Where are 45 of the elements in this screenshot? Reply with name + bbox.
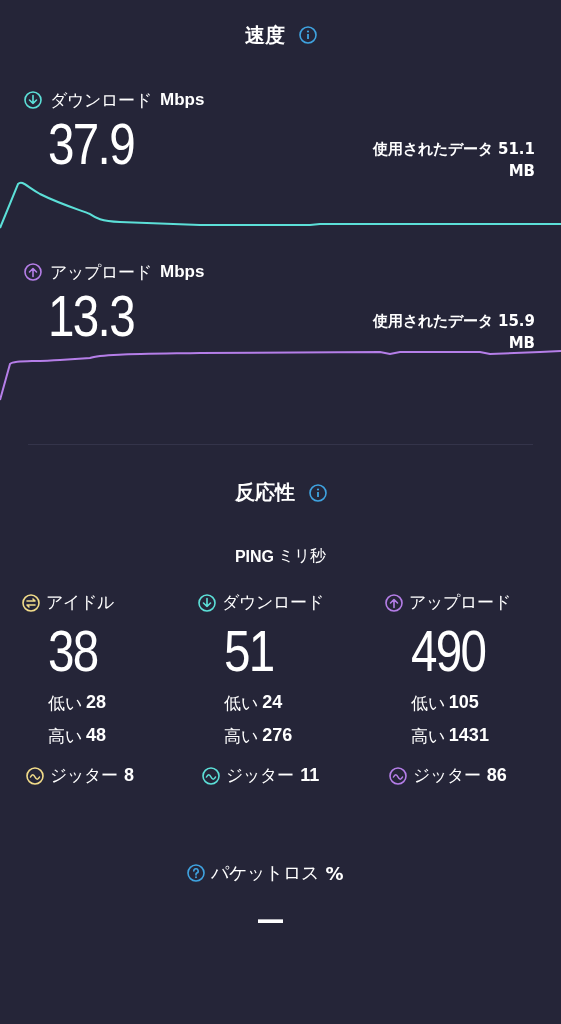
unit-label: Mbps (160, 90, 205, 110)
high-label: 高い (48, 725, 82, 748)
wave-icon (26, 766, 44, 785)
jitter-value: 86 (486, 765, 507, 786)
unit-label: ミリ秒 (278, 546, 327, 567)
info-icon[interactable] (308, 483, 327, 502)
latency-label: ダウンロード (222, 591, 325, 614)
jitter-value: 8 (124, 765, 134, 786)
unit-label: % (325, 862, 344, 884)
packet-loss-value: — (256, 905, 285, 935)
latency-label: アイドル (46, 591, 114, 614)
data-used-text: 使用されたデータ 15.9 MB (371, 311, 535, 354)
section-title: 速度 (244, 21, 285, 49)
jitter-label: ジッター (50, 764, 118, 787)
wave-icon (388, 766, 407, 785)
section-title: 反応性 (234, 479, 295, 506)
ping-label: PING (234, 547, 275, 566)
jitter-value: 11 (300, 765, 320, 786)
jitter-label: ジッター (412, 764, 481, 787)
test-label: アップロード (50, 260, 152, 284)
latency-label: アップロード (408, 591, 511, 614)
low-label: 低い (224, 692, 259, 715)
high-value: 48 (86, 725, 107, 747)
latency-value: 490 (410, 620, 487, 682)
wave-icon (202, 766, 221, 785)
low-value: 28 (86, 692, 107, 714)
low-value: 24 (262, 692, 283, 714)
low-label: 低い (48, 692, 82, 715)
test-label: ダウンロード (50, 88, 152, 112)
latency-value: 38 (48, 620, 99, 682)
unit-label: Mbps (160, 262, 205, 282)
high-value: 1431 (448, 725, 489, 747)
speed-value: 37.9 (48, 114, 134, 174)
help-icon[interactable] (187, 864, 206, 882)
low-label: 低い (410, 692, 445, 715)
low-value: 105 (448, 692, 479, 714)
info-icon[interactable] (298, 26, 317, 44)
speed-value: 13.3 (48, 286, 134, 346)
latency-value: 51 (224, 620, 275, 682)
high-value: 276 (262, 725, 293, 747)
high-label: 高い (224, 725, 259, 748)
high-label: 高い (410, 725, 445, 748)
packet-loss-label: パケットロス (211, 861, 320, 885)
data-used-text: 使用されたデータ 51.1 MB (371, 139, 535, 182)
jitter-label: ジッター (226, 764, 295, 787)
